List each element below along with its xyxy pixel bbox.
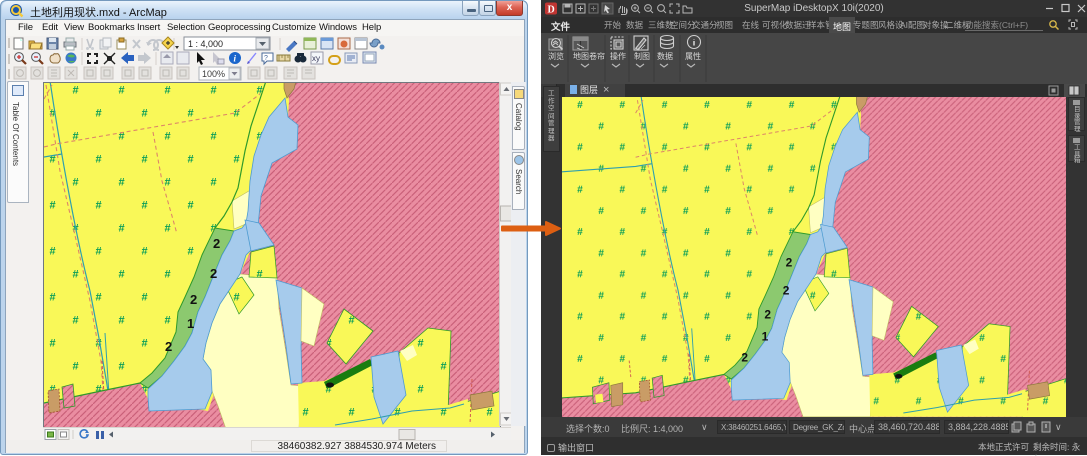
svg-text:数据: 数据	[657, 51, 673, 61]
svg-text:1 : 4,000: 1 : 4,000	[188, 39, 223, 49]
svg-text:D: D	[548, 5, 555, 16]
svg-text:制图: 制图	[634, 51, 650, 61]
svg-text:浏览: 浏览	[548, 51, 564, 61]
svg-text:?: ?	[264, 55, 268, 62]
svg-text:属性: 属性	[685, 51, 701, 61]
svg-text:操作: 操作	[610, 51, 626, 61]
svg-text:xy: xy	[312, 54, 320, 63]
svg-text:地图卷帘: 地图卷帘	[573, 51, 605, 61]
svg-text:100%: 100%	[202, 69, 225, 79]
